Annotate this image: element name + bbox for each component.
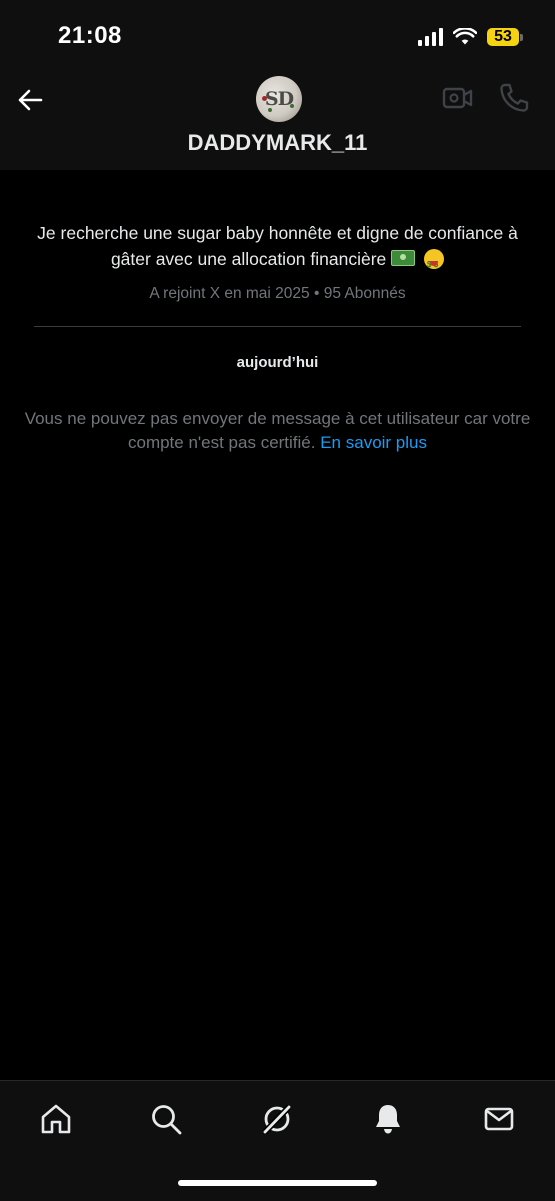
divider [34, 326, 521, 327]
bell-icon [376, 1105, 400, 1134]
status-time: 21:08 [58, 22, 122, 49]
phone-call-button[interactable] [498, 82, 530, 114]
search-icon [152, 1105, 182, 1135]
grok-icon [262, 1104, 292, 1135]
cannot-message-notice: Vous ne pouvez pas envoyer de message à … [18, 407, 537, 455]
arrow-left-icon [18, 89, 43, 111]
avatar-logo-text: SD [264, 88, 294, 110]
username[interactable]: DADDYMARK_11 [0, 130, 555, 156]
tab-home[interactable] [36, 1099, 76, 1139]
profile-bio: Je recherche une sugar baby honnête et d… [30, 220, 525, 278]
tab-notifications[interactable] [368, 1099, 408, 1139]
video-camera-icon [442, 87, 473, 109]
tab-grok[interactable] [257, 1099, 297, 1139]
tab-messages[interactable] [479, 1099, 519, 1139]
wifi-icon [453, 28, 477, 45]
cash-icon [391, 250, 416, 266]
back-button[interactable] [12, 82, 48, 118]
tab-search[interactable] [146, 1099, 186, 1139]
cellular-signal-icon [418, 28, 443, 46]
day-label: aujourd’hui [236, 354, 319, 371]
notice-text: Vous ne pouvez pas envoyer de message à … [24, 409, 531, 452]
mail-icon [484, 1107, 514, 1131]
status-bar: 21:08 53 [0, 0, 555, 70]
home-icon [41, 1104, 71, 1134]
video-call-button[interactable] [442, 84, 474, 112]
bio-text: Je recherche une sugar baby honnête et d… [37, 223, 518, 269]
profile-meta: A rejoint X en mai 2025 • 95 Abonnés [149, 285, 406, 302]
money-mouth-face-icon [424, 249, 445, 278]
avatar[interactable]: SD [256, 76, 302, 122]
battery-level: 53 [494, 28, 512, 45]
phone-icon [500, 83, 529, 112]
learn-more-link[interactable]: En savoir plus [320, 433, 427, 452]
status-icons: 53 [418, 24, 523, 50]
battery-icon: 53 [487, 28, 523, 46]
home-indicator [178, 1180, 377, 1186]
conversation-header: SD DADDYMARK_11 [0, 70, 555, 170]
